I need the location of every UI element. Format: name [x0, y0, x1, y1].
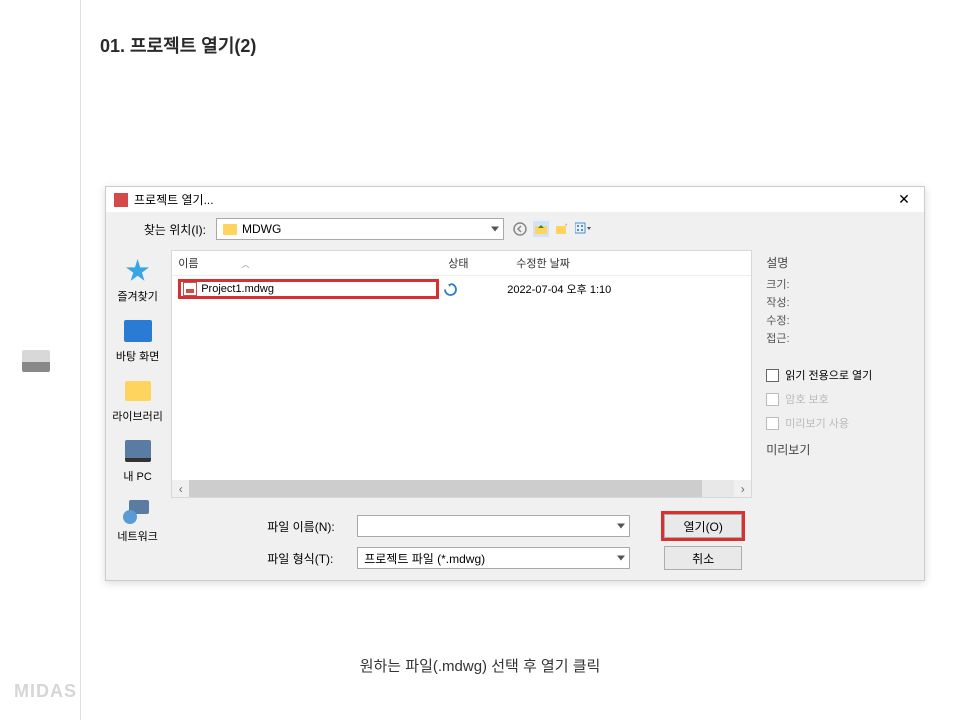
file-name: Project1.mdwg [201, 283, 274, 295]
instruction-text: 원하는 파일(.mdwg) 선택 후 열기 클릭 [360, 655, 601, 676]
page-divider [80, 0, 81, 720]
lookin-label: 찾는 위치(I): [116, 221, 206, 238]
sidebar-thumbnail [22, 350, 50, 372]
filename-label: 파일 이름(N): [267, 518, 357, 535]
sync-status-icon [443, 282, 457, 296]
up-folder-icon[interactable] [533, 221, 549, 237]
checkbox-label: 암호 보호 [785, 391, 829, 407]
checkbox-label: 읽기 전용으로 열기 [785, 367, 872, 383]
lookin-combo[interactable]: MDWG [216, 218, 504, 240]
checkbox-icon [766, 393, 779, 406]
places-bar: 즐겨찾기 바탕 화면 라이브러리 내 PC 네트워크 [106, 246, 169, 580]
scroll-left-icon[interactable]: ‹ [172, 480, 189, 497]
details-panel: 설명 크기: 작성: 수정: 접근: 읽기 전용으로 열기 암호 보호 미리보기… [752, 246, 924, 580]
modified-label: 수정: [766, 311, 910, 329]
column-state[interactable]: 상태 [448, 255, 516, 271]
lookin-value: MDWG [242, 222, 281, 236]
place-favorites[interactable]: 즐겨찾기 [117, 252, 157, 308]
cancel-button[interactable]: 취소 [664, 546, 742, 570]
place-network[interactable]: 네트워크 [117, 492, 157, 548]
new-folder-icon[interactable] [554, 221, 570, 237]
place-desktop[interactable]: 바탕 화면 [116, 312, 160, 368]
sort-asc-icon: ︿ [242, 260, 250, 269]
column-date[interactable]: 수정한 날짜 [516, 255, 745, 271]
back-icon[interactable] [512, 221, 528, 237]
checkbox-label: 미리보기 사용 [785, 415, 849, 431]
place-label: 즐겨찾기 [117, 288, 157, 304]
app-icon [114, 193, 128, 207]
chevron-down-icon [617, 556, 625, 561]
readonly-checkbox-row[interactable]: 읽기 전용으로 열기 [766, 367, 910, 383]
brand-logo: MIDAS [14, 681, 77, 702]
column-name[interactable]: 이름 ︿ [178, 255, 448, 271]
place-label: 내 PC [123, 468, 151, 484]
created-label: 작성: [766, 293, 910, 311]
mdwg-file-icon [183, 282, 197, 296]
this-pc-icon [121, 436, 155, 466]
chevron-down-icon [617, 524, 625, 529]
lookin-toolbar: 찾는 위치(I): MDWG [106, 212, 924, 246]
accessed-label: 접근: [766, 329, 910, 347]
place-libraries[interactable]: 라이브러리 [112, 372, 163, 428]
place-label: 바탕 화면 [116, 348, 160, 364]
col-label: 이름 [178, 258, 198, 270]
folder-icon [223, 224, 237, 235]
scroll-right-icon[interactable]: › [734, 480, 751, 497]
filetype-label: 파일 형식(T): [267, 550, 357, 567]
view-mode-icon[interactable] [575, 221, 591, 237]
place-label: 라이브러리 [112, 408, 163, 424]
preview-heading: 미리보기 [766, 441, 910, 458]
file-date: 2022-07-04 오후 1:10 [507, 281, 611, 297]
dialog-title: 프로젝트 열기... [134, 191, 214, 208]
checkbox-icon [766, 369, 779, 382]
file-row[interactable]: Project1.mdwg 2022-07-04 오후 1:10 [172, 276, 751, 302]
libraries-icon [121, 376, 155, 406]
close-icon[interactable]: ✕ [892, 192, 916, 208]
open-project-dialog: 프로젝트 열기... ✕ 찾는 위치(I): MDWG [105, 186, 925, 581]
file-list-header: 이름 ︿ 상태 수정한 날짜 [172, 251, 751, 276]
filename-input[interactable] [357, 515, 630, 537]
description-heading: 설명 [766, 254, 910, 271]
favorites-icon [121, 256, 155, 286]
file-list: 이름 ︿ 상태 수정한 날짜 Project1.mdwg [171, 250, 752, 498]
horizontal-scrollbar[interactable]: ‹ › [172, 480, 751, 497]
open-button[interactable]: 열기(O) [664, 514, 742, 538]
scroll-thumb[interactable] [189, 480, 701, 497]
scroll-track[interactable] [189, 480, 734, 497]
filetype-combo[interactable]: 프로젝트 파일 (*.mdwg) [357, 547, 630, 569]
password-checkbox-row: 암호 보호 [766, 391, 910, 407]
preview-checkbox-row: 미리보기 사용 [766, 415, 910, 431]
desktop-icon [121, 316, 155, 346]
dialog-titlebar: 프로젝트 열기... ✕ [106, 187, 924, 212]
chevron-down-icon [491, 227, 499, 232]
checkbox-icon [766, 417, 779, 430]
filetype-value: 프로젝트 파일 (*.mdwg) [364, 550, 485, 567]
page-title: 01. 프로젝트 열기(2) [100, 32, 256, 58]
place-this-pc[interactable]: 내 PC [121, 432, 155, 488]
place-label: 네트워크 [117, 528, 157, 544]
size-label: 크기: [766, 275, 910, 293]
network-icon [121, 496, 155, 526]
